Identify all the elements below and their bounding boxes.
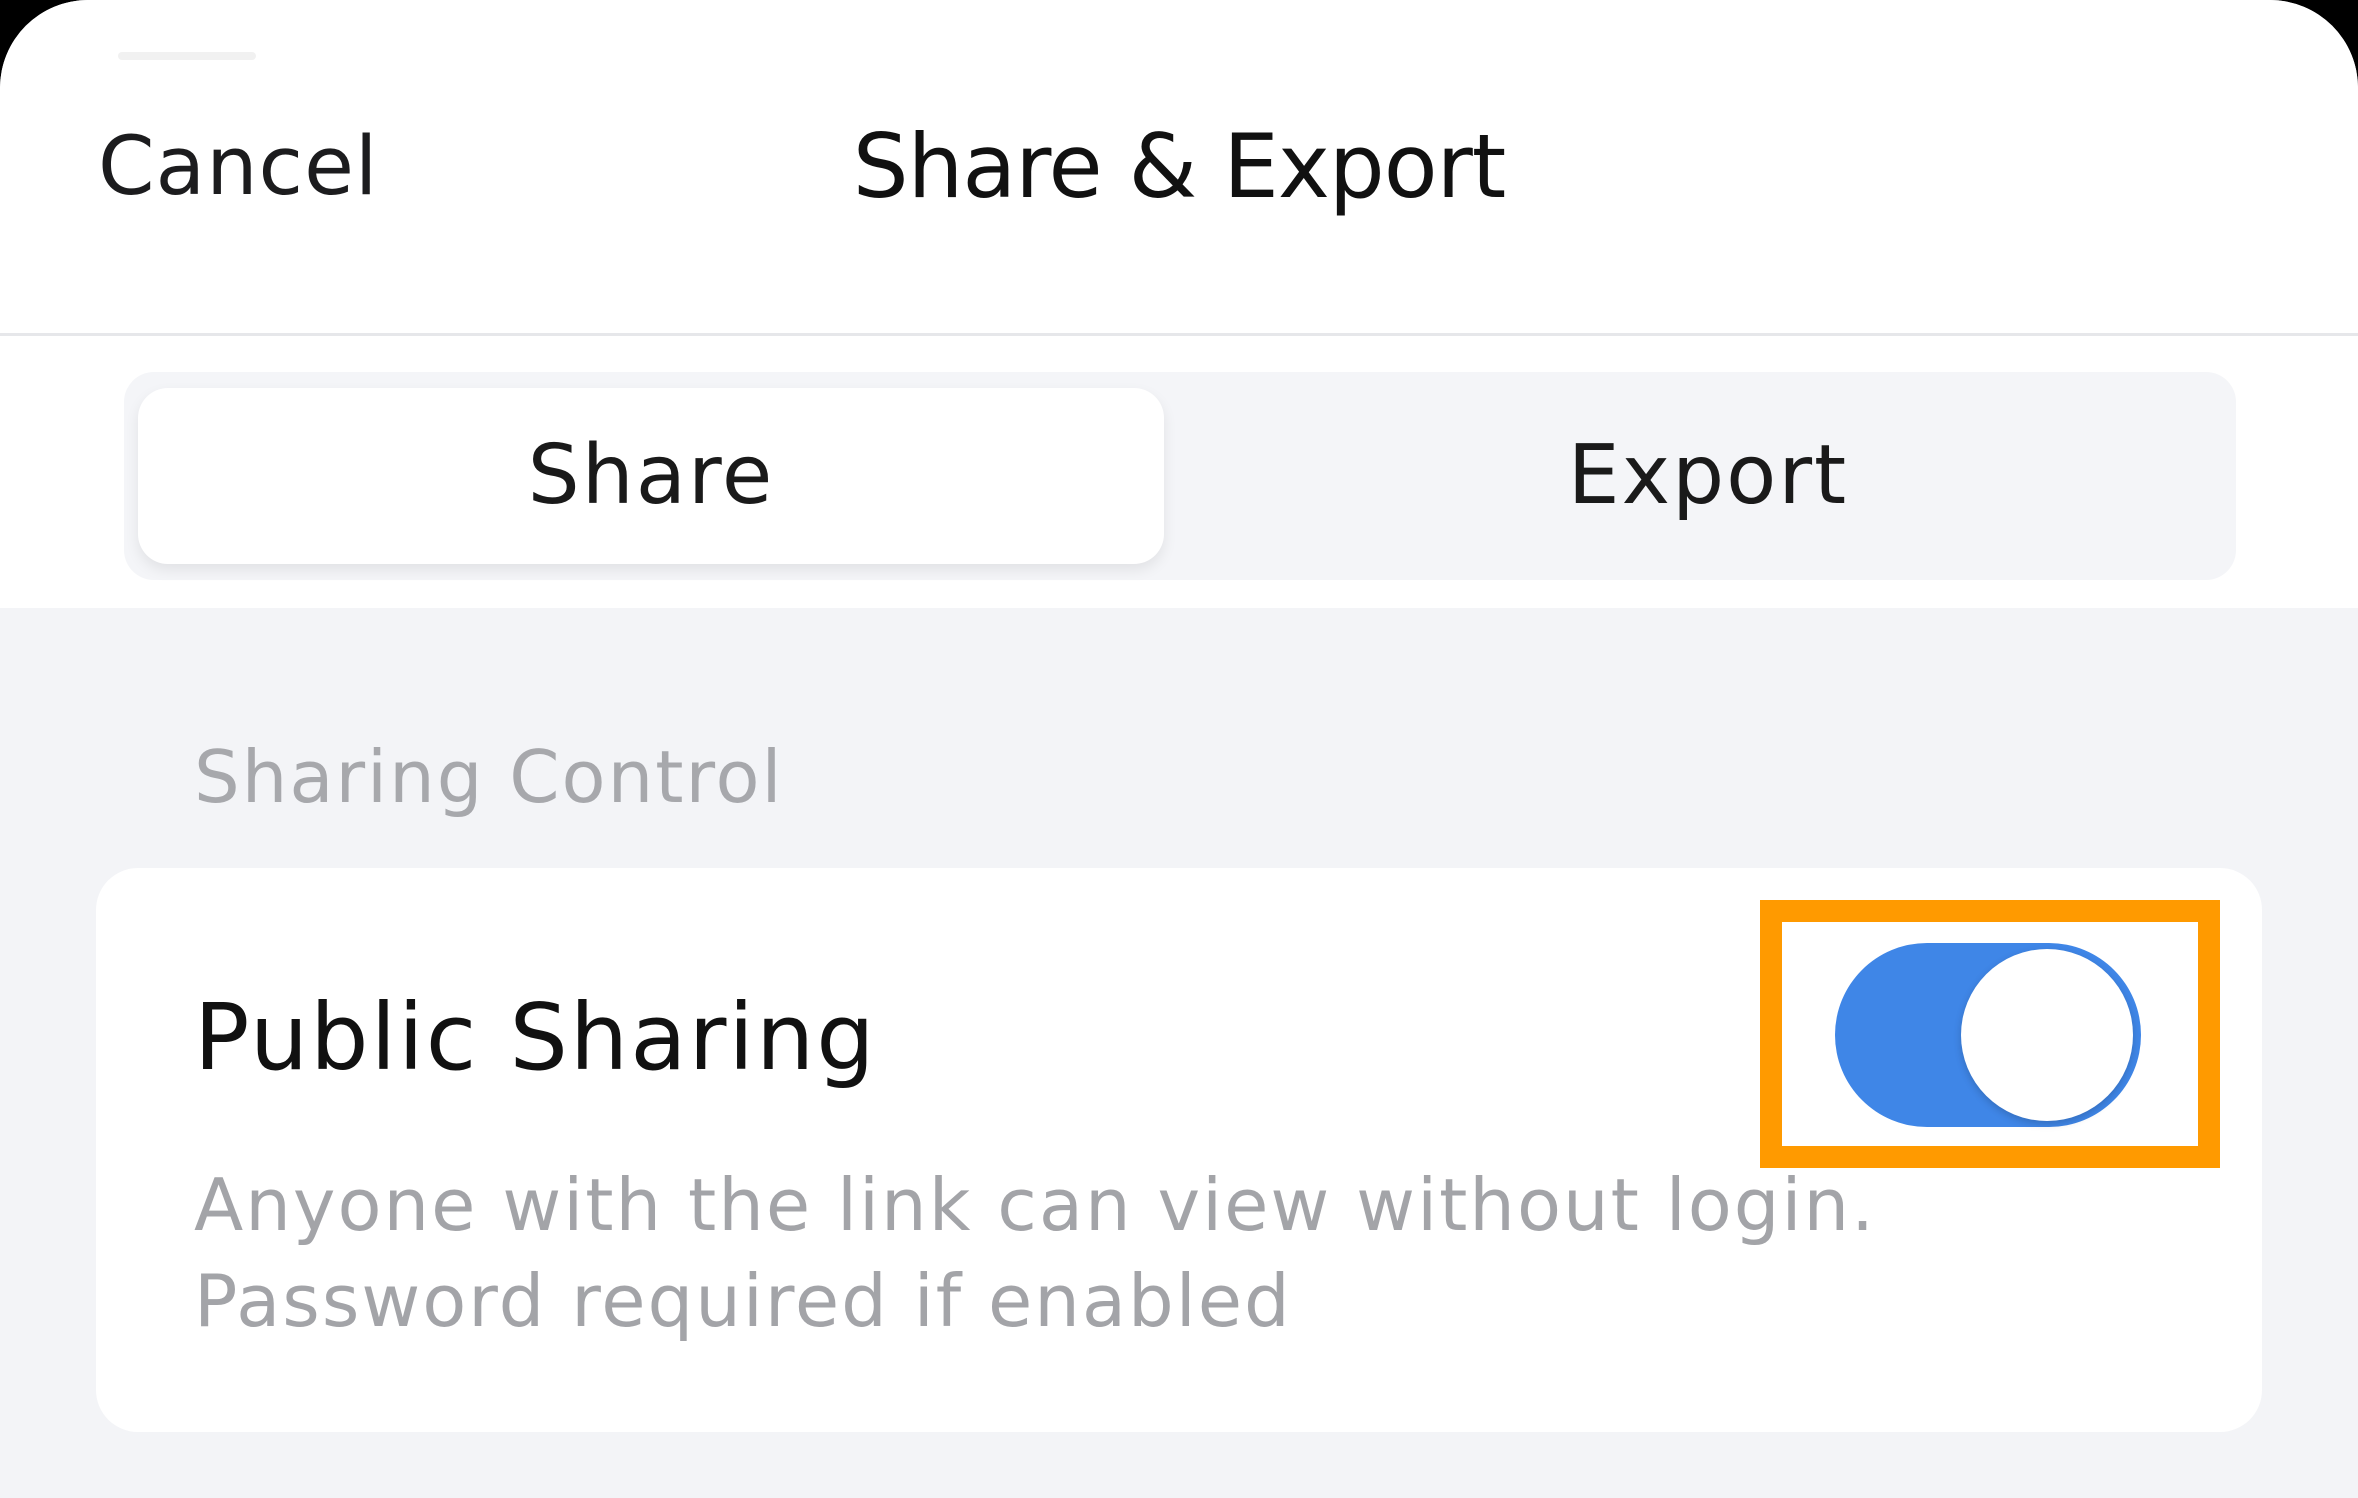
sharing-control-section-label: Sharing Control (194, 735, 784, 819)
tab-bar-container: Share Export (0, 336, 2358, 608)
public-sharing-description: Anyone with the link can view without lo… (194, 1157, 1974, 1349)
toggle-knob (1961, 949, 2133, 1121)
page-title: Share & Export (852, 115, 1507, 218)
public-sharing-description-line-1: Anyone with the link can view without lo… (194, 1163, 1877, 1247)
share-export-sheet: Cancel Share & Export Share Export Shari… (0, 0, 2358, 1498)
tab-export[interactable]: Export (1180, 372, 2236, 580)
public-sharing-title: Public Sharing (194, 984, 877, 1091)
tab-share[interactable]: Share (138, 388, 1164, 564)
sheet-grabber[interactable] (118, 52, 256, 60)
public-sharing-card: Public Sharing Anyone with the link can … (96, 868, 2262, 1432)
public-sharing-description-line-2: Password required if enabled (194, 1259, 1292, 1343)
sheet-header: Cancel Share & Export (0, 0, 2358, 336)
public-sharing-toggle[interactable] (1835, 943, 2141, 1127)
share-export-segmented-control: Share Export (124, 372, 2236, 580)
